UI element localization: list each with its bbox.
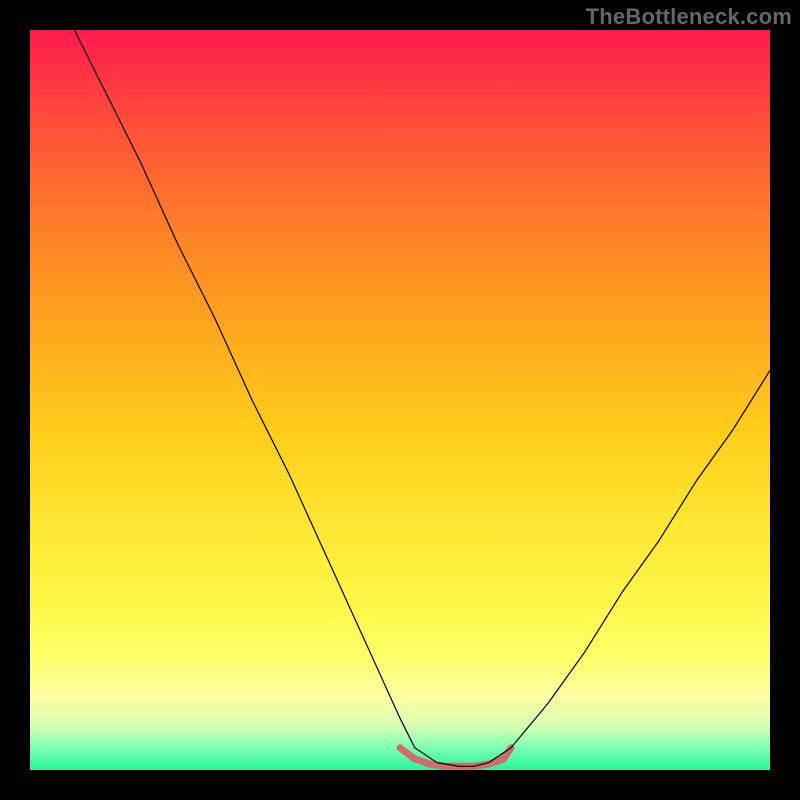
- bottleneck-curve: [74, 30, 770, 766]
- plot-area: [30, 30, 770, 770]
- curve-layer: [30, 30, 770, 770]
- sweet-spot-band: [400, 748, 511, 767]
- watermark-text: TheBottleneck.com: [586, 4, 792, 30]
- chart-frame: TheBottleneck.com: [0, 0, 800, 800]
